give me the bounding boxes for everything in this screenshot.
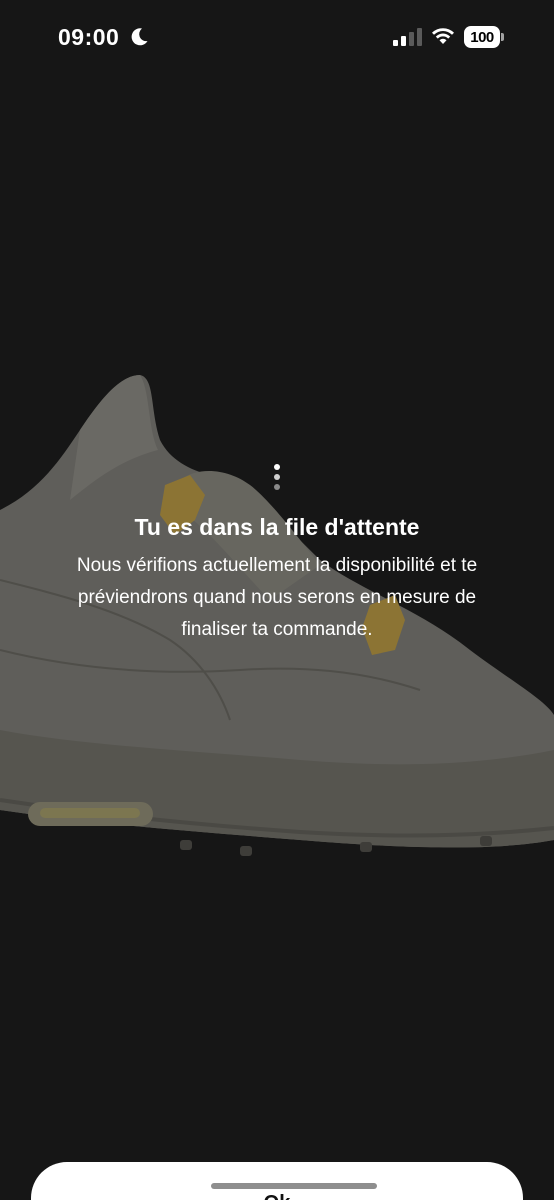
moon-icon [131,28,148,46]
battery-cap [501,33,504,41]
status-bar: 09:00 100 [0,0,554,76]
queue-message: Nous vérifions actuellement la disponibi… [76,555,478,640]
battery-level: 100 [470,28,494,46]
queue-title: Tu es dans la file d'attente [134,514,420,540]
queue-screen: 09:00 100 Tu es dans la file d'attente N… [0,0,554,1200]
battery-indicator: 100 [464,26,504,48]
status-time: 09:00 [58,24,120,50]
wifi-icon [432,28,454,44]
ok-button[interactable]: Ok [31,1192,523,1200]
bottom-sheet[interactable]: Ok [31,1162,523,1200]
cellular-signal-icon [393,28,422,46]
loading-dots-icon [270,464,284,500]
home-indicator [211,1183,377,1189]
battery-body: 100 [464,26,500,48]
